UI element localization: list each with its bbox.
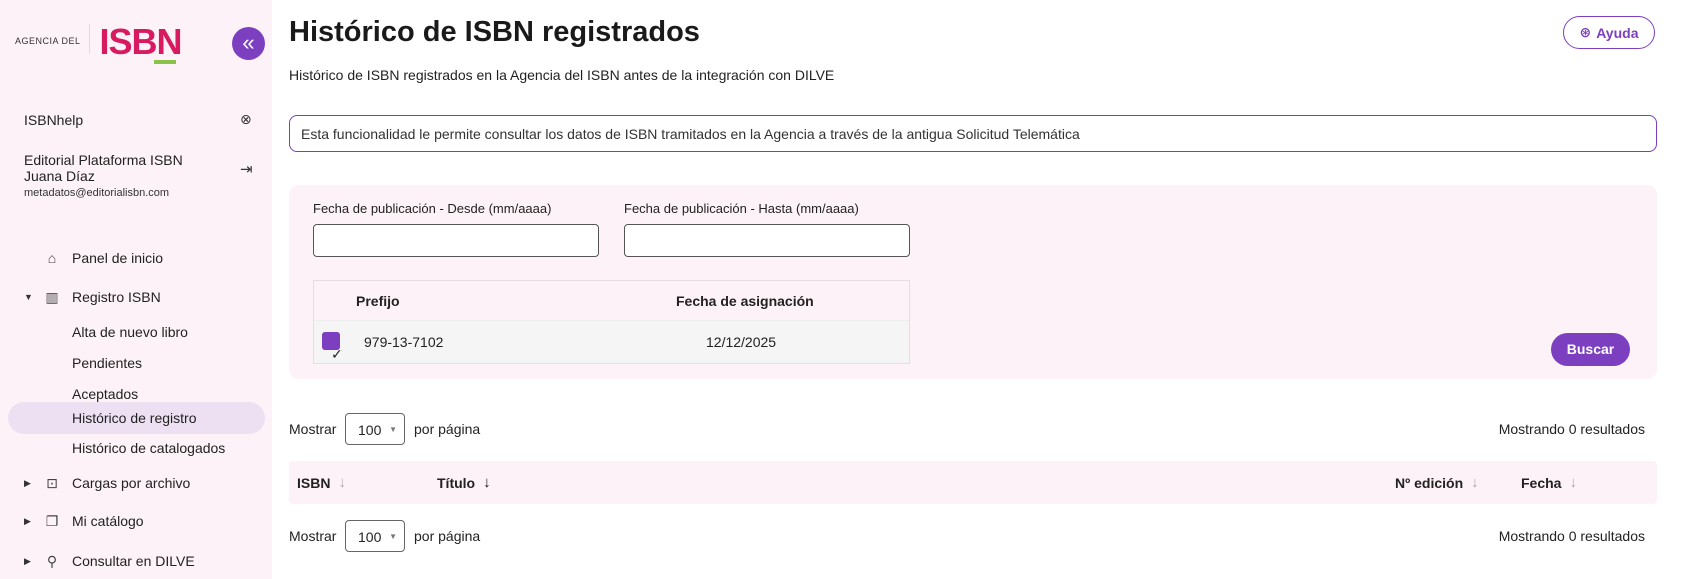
sidebar-item-label: Alta de nuevo libro: [72, 324, 188, 340]
sidebar-item-cargas-archivo[interactable]: ▶ ⊡ Cargas por archivo: [8, 467, 265, 499]
column-label: Título: [437, 474, 476, 491]
caret-right-icon: ▶: [24, 477, 31, 488]
date-to-label: Fecha de publicación - Hasta (mm/aaaa): [624, 201, 859, 216]
column-header-fecha[interactable]: Fecha ↓: [1521, 474, 1577, 491]
logo-divider: [88, 24, 90, 54]
sidebar-item-registro-isbn[interactable]: ▼ ▥ Registro ISBN: [8, 281, 265, 313]
page-title: Histórico de ISBN registrados: [289, 16, 700, 48]
sort-arrow-icon: ↓: [1471, 474, 1479, 491]
column-header-edicion[interactable]: Nº edición ↓: [1395, 474, 1479, 491]
info-message: Esta funcionalidad le permite consultar …: [289, 115, 1657, 152]
sidebar: AGENCIA DEL ISBN « ISBNhelp ⊗ Editorial …: [0, 0, 272, 579]
results-count: Mostrando 0 resultados: [1498, 421, 1645, 437]
show-label: Mostrar: [289, 528, 337, 544]
sidebar-item-alta-nuevo-libro[interactable]: Alta de nuevo libro: [8, 316, 265, 348]
per-page-select[interactable]: 100 ▼: [345, 413, 405, 445]
results-count: Mostrando 0 resultados: [1498, 528, 1645, 544]
caret-right-icon: ▶: [24, 555, 31, 566]
user-info: Editorial Plataforma ISBN Juana Díaz: [24, 152, 183, 184]
upload-icon: ⊡: [46, 474, 58, 491]
pagination-bottom: Mostrar 100 ▼ por página Mostrando 0 res…: [289, 520, 1657, 552]
sort-arrow-icon: ↓: [338, 474, 346, 491]
help-button[interactable]: ⊛ Ayuda: [1563, 16, 1655, 49]
column-header-fecha-asignacion: Fecha de asignación: [676, 293, 814, 309]
sidebar-item-historico-registro[interactable]: Histórico de registro: [8, 402, 265, 434]
date-from-input[interactable]: [313, 224, 599, 257]
sidebar-item-label: Histórico de registro: [72, 410, 197, 426]
per-page-value: 100: [358, 529, 382, 545]
per-page-label: por página: [414, 421, 481, 437]
filter-panel: Fecha de publicación - Desde (mm/aaaa) F…: [289, 185, 1657, 379]
column-label: Fecha: [1521, 474, 1562, 491]
show-label: Mostrar: [289, 421, 337, 437]
user-name: Juana Díaz: [24, 168, 95, 184]
isbn-agency-logo[interactable]: AGENCIA DEL ISBN: [15, 21, 183, 64]
sidebar-item-label: Histórico de catalogados: [72, 440, 226, 456]
sidebar-item-panel-de-inicio[interactable]: ⌂ Panel de inicio: [8, 242, 265, 274]
home-icon: ⌂: [47, 250, 57, 266]
checkmark-icon: ✓: [331, 346, 343, 362]
column-header-isbn[interactable]: ISBN ↓: [297, 474, 346, 491]
sidebar-item-label: Panel de inicio: [72, 250, 164, 266]
sort-arrow-active-icon: ↓: [483, 474, 491, 491]
pagination-top: Mostrar 100 ▼ por página Mostrando 0 res…: [289, 413, 1657, 445]
prefix-table-header: Prefijo Fecha de asignación: [314, 281, 909, 321]
prefix-table: Prefijo Fecha de asignación ✓ 979-13-710…: [313, 280, 910, 364]
sidebar-item-label: Pendientes: [72, 355, 143, 371]
sidebar-item-consultar-dilve[interactable]: ▶ ⚲ Consultar en DILVE: [8, 545, 265, 577]
sidebar-item-label: Registro ISBN: [72, 289, 161, 305]
catalog-icon: ❐: [45, 512, 59, 529]
table-row: ✓ 979-13-7102 12/12/2025: [314, 321, 909, 363]
sidebar-item-label: Cargas por archivo: [72, 475, 191, 491]
search-icon: ⚲: [46, 552, 58, 569]
date-cell: 12/12/2025: [706, 334, 777, 350]
logo-isbn-text: ISBN: [99, 21, 183, 64]
help-button-label: Ayuda: [1596, 24, 1639, 41]
sidebar-item-label: Consultar en DILVE: [72, 553, 195, 569]
sidebar-item-label: Mi catálogo: [72, 513, 144, 529]
search-button[interactable]: Buscar: [1551, 333, 1630, 366]
sort-arrow-icon: ↓: [1569, 474, 1577, 491]
caret-down-icon: ▼: [24, 292, 33, 302]
column-header-prefijo: Prefijo: [356, 293, 400, 309]
date-from-label: Fecha de publicación - Desde (mm/aaaa): [313, 201, 552, 216]
main-content: Histórico de ISBN registrados Histórico …: [289, 0, 1684, 579]
user-company: Editorial Plataforma ISBN: [24, 152, 183, 168]
chevron-down-icon: ▼: [389, 532, 397, 541]
per-page-value: 100: [358, 422, 382, 438]
user-email: metadatos@editorialisbn.com: [24, 187, 170, 199]
collapse-sidebar-button[interactable]: «: [232, 27, 265, 60]
column-label: ISBN: [297, 474, 331, 491]
page-subtitle: Histórico de ISBN registrados en la Agen…: [289, 67, 835, 83]
sidebar-item-historico-catalogados[interactable]: Histórico de catalogados: [8, 432, 265, 464]
lifebuoy-icon[interactable]: ⊗: [240, 111, 252, 128]
logout-icon[interactable]: ⇥: [240, 160, 253, 178]
isbnhelp-link[interactable]: ISBNhelp: [24, 112, 83, 128]
chevron-down-icon: ▼: [389, 425, 397, 434]
prefix-cell: 979-13-7102: [364, 334, 444, 350]
column-label: Nº edición: [1395, 474, 1464, 491]
date-to-input[interactable]: [624, 224, 910, 257]
row-checkbox[interactable]: ✓: [322, 332, 343, 362]
logo-small-text: AGENCIA DEL: [15, 36, 81, 46]
help-icon: ⊛: [1579, 24, 1592, 40]
caret-right-icon: ▶: [24, 515, 31, 526]
sidebar-item-label: Aceptados: [72, 386, 139, 402]
sidebar-item-pendientes[interactable]: Pendientes: [8, 347, 265, 379]
double-chevron-left-icon: «: [242, 30, 255, 55]
sidebar-item-mi-catalogo[interactable]: ▶ ❐ Mi catálogo: [8, 505, 265, 537]
column-header-titulo[interactable]: Título ↓: [437, 474, 491, 491]
per-page-select[interactable]: 100 ▼: [345, 520, 405, 552]
barcode-icon: ▥: [45, 288, 59, 305]
per-page-label: por página: [414, 528, 481, 544]
results-table-header: ISBN ↓ Título ↓ Nº edición ↓ Fecha ↓: [289, 461, 1657, 504]
